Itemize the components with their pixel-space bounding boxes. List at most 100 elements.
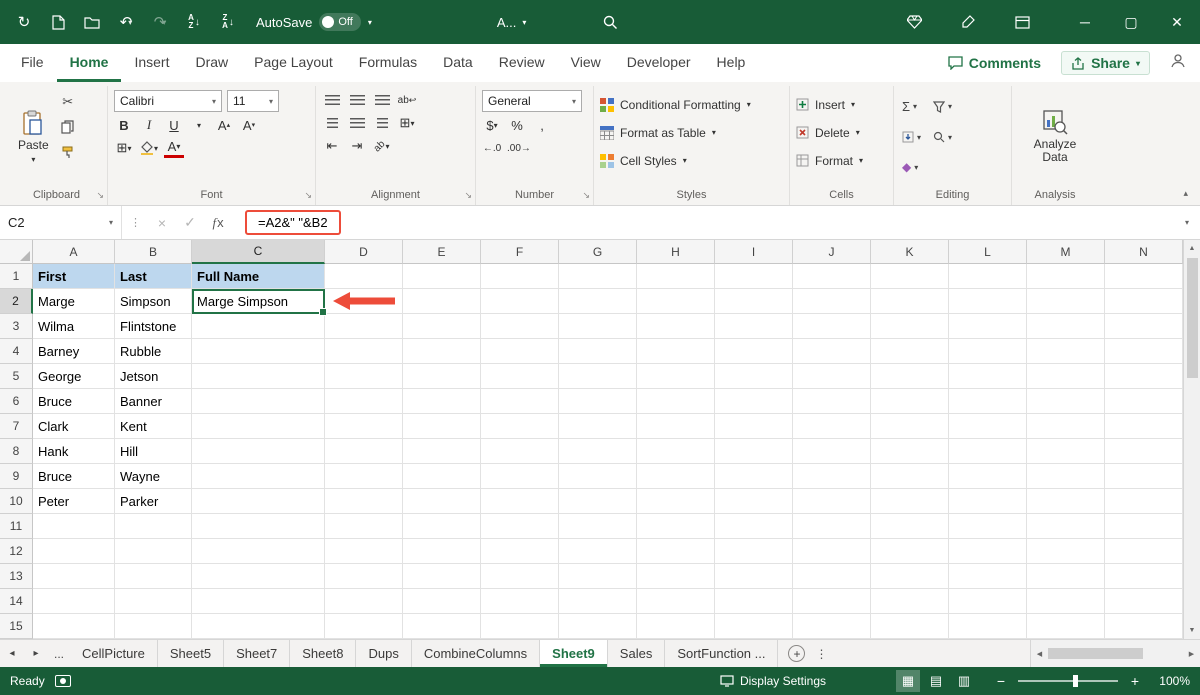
cell-H13[interactable]: [637, 564, 715, 589]
cell-N9[interactable]: [1105, 464, 1183, 489]
undo-icon[interactable]: ↶▾: [112, 8, 140, 36]
cell-N7[interactable]: [1105, 414, 1183, 439]
cell-K2[interactable]: [871, 289, 949, 314]
sensitivity-button[interactable]: ◆▾: [902, 153, 921, 181]
decrease-indent-icon[interactable]: ⇤: [322, 136, 342, 156]
cell-K8[interactable]: [871, 439, 949, 464]
cell-E6[interactable]: [403, 389, 481, 414]
cell-L10[interactable]: [949, 489, 1027, 514]
cell-L15[interactable]: [949, 614, 1027, 639]
sheet-tab-sheet9[interactable]: Sheet9: [540, 640, 608, 667]
cell-H8[interactable]: [637, 439, 715, 464]
cell-J11[interactable]: [793, 514, 871, 539]
formula-bar-handle[interactable]: ⋮: [122, 216, 149, 229]
row-header-14[interactable]: 14: [0, 589, 33, 614]
column-header-K[interactable]: K: [871, 240, 949, 264]
cell-A15[interactable]: [33, 614, 115, 639]
cell-B8[interactable]: Hill: [115, 439, 192, 464]
cell-G12[interactable]: [559, 539, 637, 564]
cell-M5[interactable]: [1027, 364, 1105, 389]
cell-L7[interactable]: [949, 414, 1027, 439]
new-file-icon[interactable]: [44, 8, 72, 36]
bold-button[interactable]: B: [114, 115, 134, 135]
cell-I1[interactable]: [715, 264, 793, 289]
cell-H15[interactable]: [637, 614, 715, 639]
insert-cells-button[interactable]: Insert ▾: [796, 92, 863, 117]
fill-button[interactable]: ▾: [902, 124, 921, 150]
display-settings-button[interactable]: Display Settings: [720, 674, 826, 688]
cell-C4[interactable]: [192, 339, 325, 364]
cell-J9[interactable]: [793, 464, 871, 489]
cell-F15[interactable]: [481, 614, 559, 639]
row-header-10[interactable]: 10: [0, 489, 33, 514]
cell-C15[interactable]: [192, 614, 325, 639]
cell-F1[interactable]: [481, 264, 559, 289]
sheet-options-icon[interactable]: ⋮: [815, 647, 827, 661]
cell-E11[interactable]: [403, 514, 481, 539]
sheet-tab-cellpicture[interactable]: CellPicture: [70, 640, 158, 667]
save-icon[interactable]: ↻: [10, 8, 38, 36]
tab-page-layout[interactable]: Page Layout: [241, 44, 346, 82]
cell-M6[interactable]: [1027, 389, 1105, 414]
cell-B15[interactable]: [115, 614, 192, 639]
cell-K4[interactable]: [871, 339, 949, 364]
cell-G10[interactable]: [559, 489, 637, 514]
cell-C2[interactable]: Marge Simpson: [192, 289, 325, 314]
cell-H12[interactable]: [637, 539, 715, 564]
cell-B13[interactable]: [115, 564, 192, 589]
row-header-5[interactable]: 5: [0, 364, 33, 389]
cell-N10[interactable]: [1105, 489, 1183, 514]
cell-J15[interactable]: [793, 614, 871, 639]
cell-A12[interactable]: [33, 539, 115, 564]
cell-K6[interactable]: [871, 389, 949, 414]
cell-E7[interactable]: [403, 414, 481, 439]
row-header-9[interactable]: 9: [0, 464, 33, 489]
cell-A14[interactable]: [33, 589, 115, 614]
cell-D1[interactable]: [325, 264, 403, 289]
minimize-button[interactable]: ─: [1062, 0, 1108, 44]
cell-I4[interactable]: [715, 339, 793, 364]
cell-F4[interactable]: [481, 339, 559, 364]
tab-view[interactable]: View: [558, 44, 614, 82]
cell-E9[interactable]: [403, 464, 481, 489]
format-painter-icon[interactable]: [57, 142, 79, 162]
cell-F12[interactable]: [481, 539, 559, 564]
name-box[interactable]: C2 ▾: [0, 206, 122, 239]
cell-N13[interactable]: [1105, 564, 1183, 589]
cell-D7[interactable]: [325, 414, 403, 439]
cell-I3[interactable]: [715, 314, 793, 339]
find-select-button[interactable]: ▾: [933, 124, 952, 150]
sheet-tab-sheet5[interactable]: Sheet5: [158, 640, 224, 667]
cell-L13[interactable]: [949, 564, 1027, 589]
tab-formulas[interactable]: Formulas: [346, 44, 430, 82]
scroll-left-icon[interactable]: ◀: [1031, 640, 1048, 667]
increase-font-size-button[interactable]: A▴: [214, 115, 234, 135]
cell-M14[interactable]: [1027, 589, 1105, 614]
cell-C14[interactable]: [192, 589, 325, 614]
cell-M8[interactable]: [1027, 439, 1105, 464]
column-header-H[interactable]: H: [637, 240, 715, 264]
cell-D2[interactable]: [325, 289, 403, 314]
sheet-tab-combinecolumns[interactable]: CombineColumns: [412, 640, 540, 667]
tab-home[interactable]: Home: [57, 44, 122, 82]
paste-button[interactable]: Paste ▾: [12, 88, 55, 185]
sort-descending-icon[interactable]: ZA↓: [214, 8, 242, 36]
cell-I5[interactable]: [715, 364, 793, 389]
cell-H9[interactable]: [637, 464, 715, 489]
cell-F7[interactable]: [481, 414, 559, 439]
fill-color-icon[interactable]: ▾: [139, 138, 159, 158]
cell-J5[interactable]: [793, 364, 871, 389]
tab-data[interactable]: Data: [430, 44, 486, 82]
cell-N8[interactable]: [1105, 439, 1183, 464]
align-bottom-icon[interactable]: [372, 90, 392, 110]
cell-A11[interactable]: [33, 514, 115, 539]
cell-B12[interactable]: [115, 539, 192, 564]
cell-I15[interactable]: [715, 614, 793, 639]
cell-D13[interactable]: [325, 564, 403, 589]
conditional-formatting-button[interactable]: Conditional Formatting ▾: [600, 92, 751, 117]
normal-view-icon[interactable]: ▦: [896, 670, 920, 692]
align-middle-icon[interactable]: [347, 90, 367, 110]
cell-K5[interactable]: [871, 364, 949, 389]
cell-H3[interactable]: [637, 314, 715, 339]
cell-H7[interactable]: [637, 414, 715, 439]
